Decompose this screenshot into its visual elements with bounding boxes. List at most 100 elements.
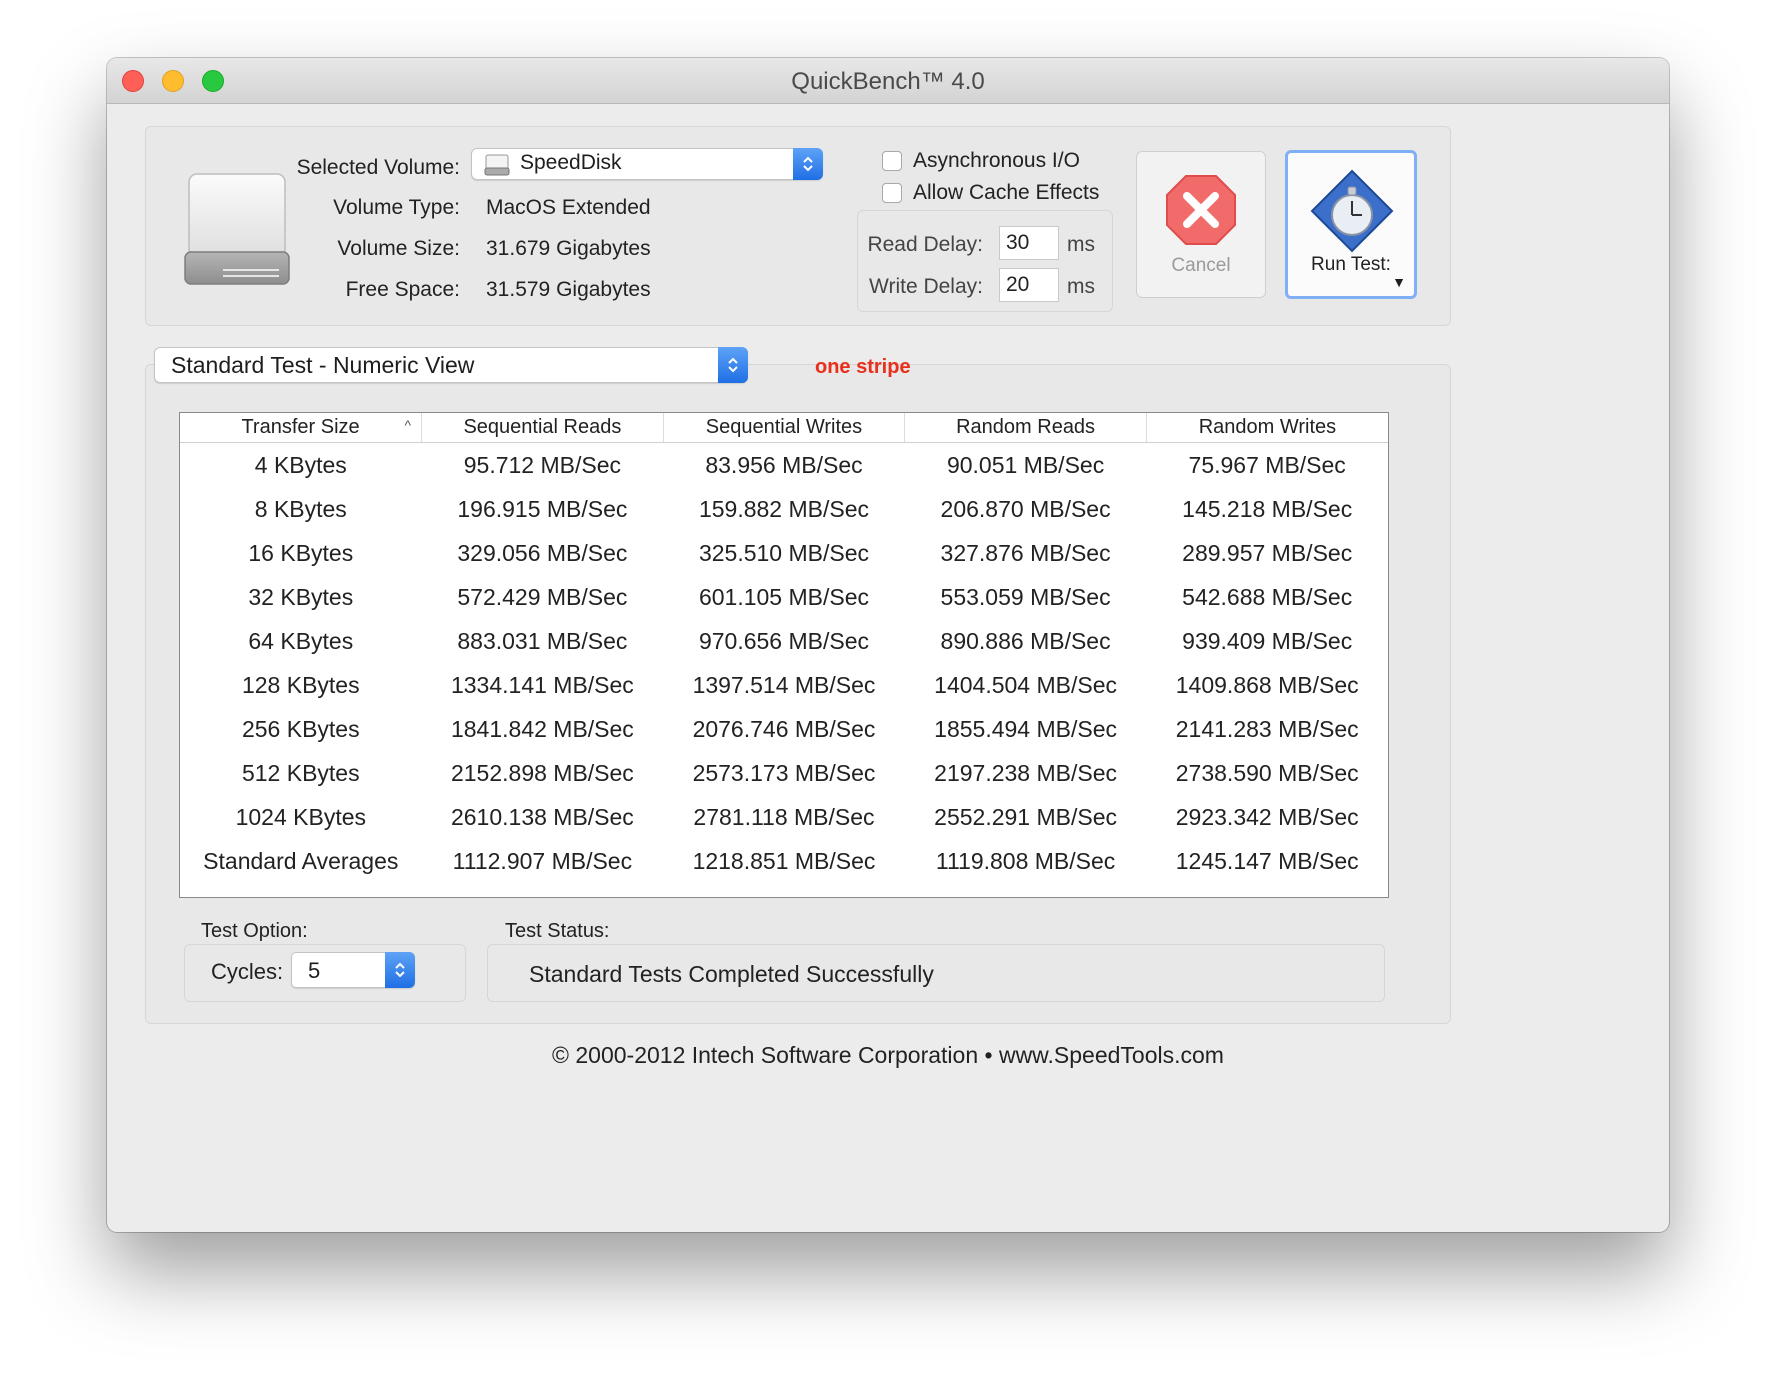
async-io-label: Asynchronous I/O (913, 149, 1080, 172)
table-row[interactable]: Standard Averages 1112.907 MB/Sec 1218.851… (180, 839, 1388, 897)
view-select-value: Standard Test - Numeric View (171, 352, 475, 378)
table-cell: 970.656 MB/Sec (698, 627, 870, 654)
cycles-select[interactable]: 5 (291, 952, 415, 988)
table-cell: 289.957 MB/Sec (1182, 539, 1353, 566)
column-header-seq-reads[interactable]: Sequential Reads (421, 413, 664, 443)
write-delay-label: Write Delay: (869, 275, 983, 298)
async-io-checkbox[interactable] (882, 151, 902, 171)
table-cell: 1404.504 MB/Sec (934, 671, 1117, 698)
stopwatch-icon (1310, 169, 1394, 253)
table-cell: 553.059 MB/Sec (940, 583, 1111, 610)
table-cell: 2781.118 MB/Sec (693, 803, 875, 830)
table-row[interactable]: 4 KBytes 95.712 MB/Sec 83.956 MB/Sec 90.051… (180, 443, 1388, 488)
table-row[interactable]: 256 KBytes 1841.842 MB/Sec 2076.746 MB/Sec… (180, 707, 1388, 751)
table-cell: 512 KBytes (241, 759, 360, 786)
table-cell: 16 KBytes (248, 539, 354, 566)
table-cell: Standard Averages (203, 847, 399, 874)
table-cell: 196.915 MB/Sec (457, 495, 628, 522)
table-cell: 2152.898 MB/Sec (450, 759, 634, 786)
updown-arrows-icon (718, 347, 748, 383)
volume-select[interactable]: SpeedDisk (471, 148, 823, 180)
free-space-label: Free Space: (345, 278, 460, 301)
table-cell: 2923.342 MB/Sec (1175, 803, 1359, 830)
view-select[interactable]: Standard Test - Numeric View (154, 347, 748, 383)
table-cell: 83.956 MB/Sec (705, 451, 863, 478)
read-delay-unit: ms (1067, 233, 1095, 256)
table-cell: 1119.808 MB/Sec (935, 847, 1116, 874)
cycles-select-value: 5 (308, 958, 321, 983)
write-delay-unit: ms (1067, 275, 1095, 298)
table-cell: 1112.907 MB/Sec (452, 847, 633, 874)
table-cell: 1245.147 MB/Sec (1175, 847, 1359, 874)
run-test-button[interactable]: Run Test: ▼ (1285, 150, 1417, 299)
table-cell: 206.870 MB/Sec (940, 495, 1111, 522)
table-cell: 327.876 MB/Sec (940, 539, 1111, 566)
updown-arrows-icon (385, 952, 415, 988)
cache-effects-checkbox[interactable] (882, 183, 902, 203)
table-cell: 32 KBytes (248, 583, 354, 610)
volume-size-label: Volume Size: (337, 237, 460, 260)
write-delay-input[interactable]: 20 (999, 268, 1059, 302)
column-header-seq-writes[interactable]: Sequential Writes (663, 413, 906, 443)
test-status-label: Test Status: (505, 920, 610, 942)
cache-effects-label: Allow Cache Effects (913, 181, 1100, 204)
column-header-transfer-size[interactable]: Transfer Size ^ (180, 413, 423, 443)
table-cell: 2610.138 MB/Sec (450, 803, 634, 830)
results-table-body: 4 KBytes 95.712 MB/Sec 83.956 MB/Sec 90.051… (180, 443, 1388, 898)
table-row[interactable]: 1024 KBytes 2610.138 MB/Sec 2781.118 MB/Se… (180, 795, 1388, 839)
volume-type-label: Volume Type: (333, 196, 460, 219)
read-delay-label: Read Delay: (867, 233, 983, 256)
table-cell: 2552.291 MB/Sec (934, 803, 1117, 830)
dropdown-triangle-icon: ▼ (1392, 274, 1406, 290)
table-cell: 601.105 MB/Sec (698, 583, 870, 610)
run-test-button-label: Run Test: (1311, 254, 1391, 275)
table-row[interactable]: 8 KBytes 196.915 MB/Sec 159.882 MB/Sec 206.… (180, 487, 1388, 531)
table-cell: 883.031 MB/Sec (457, 627, 628, 654)
table-cell: 8 KBytes (254, 495, 347, 522)
test-option-label: Test Option: (201, 920, 308, 942)
table-row[interactable]: 16 KBytes 329.056 MB/Sec 325.510 MB/Sec 327… (180, 531, 1388, 575)
cancel-button-label: Cancel (1171, 255, 1231, 276)
table-row[interactable]: 512 KBytes 2152.898 MB/Sec 2573.173 MB/Sec… (180, 751, 1388, 795)
table-cell: 145.218 MB/Sec (1182, 495, 1353, 522)
sort-ascending-icon: ^ (404, 417, 412, 433)
table-header-row: Transfer Size ^ Sequential Reads Sequent… (180, 413, 1388, 443)
table-cell: 2197.238 MB/Sec (934, 759, 1117, 786)
column-header-rand-writes[interactable]: Random Writes (1146, 413, 1388, 443)
table-cell: 325.510 MB/Sec (698, 539, 870, 566)
table-cell: 1841.842 MB/Sec (450, 715, 634, 742)
table-cell: 1024 KBytes (235, 803, 366, 830)
table-cell: 1855.494 MB/Sec (934, 715, 1117, 742)
table-cell: 1397.514 MB/Sec (692, 671, 876, 698)
table-cell: 95.712 MB/Sec (463, 451, 622, 478)
test-status-message: Standard Tests Completed Successfully (529, 961, 934, 987)
volume-type-value: MacOS Extended (486, 196, 651, 219)
table-row[interactable]: 32 KBytes 572.429 MB/Sec 601.105 MB/Sec 553… (180, 575, 1388, 619)
annotation-note: one stripe (815, 356, 911, 378)
table-cell: 2076.746 MB/Sec (692, 715, 876, 742)
volume-select-value: SpeedDisk (520, 151, 622, 174)
cancel-button[interactable]: Cancel (1136, 151, 1266, 298)
table-cell: 128 KBytes (241, 671, 360, 698)
drive-small-icon (484, 154, 510, 176)
title-bar[interactable]: QuickBench™ 4.0 (107, 58, 1669, 104)
table-row[interactable]: 64 KBytes 883.031 MB/Sec 970.656 MB/Sec 890… (180, 619, 1388, 663)
window-title: QuickBench™ 4.0 (791, 68, 985, 95)
volume-size-value: 31.679 Gigabytes (486, 237, 651, 260)
table-cell: 329.056 MB/Sec (457, 539, 628, 566)
copyright-footer: © 2000-2012 Intech Software Corporation … (552, 1042, 1224, 1068)
table-cell: 2738.590 MB/Sec (1175, 759, 1359, 786)
selected-volume-label: Selected Volume: (296, 156, 460, 179)
table-cell: 90.051 MB/Sec (946, 451, 1105, 478)
table-cell: 542.688 MB/Sec (1182, 583, 1353, 610)
table-cell: 4 KBytes (254, 451, 347, 478)
table-cell: 572.429 MB/Sec (457, 583, 628, 610)
table-cell: 64 KBytes (248, 627, 354, 654)
hard-drive-icon (184, 173, 290, 285)
table-cell: 1218.851 MB/Sec (692, 847, 876, 874)
table-row[interactable]: 128 KBytes 1334.141 MB/Sec 1397.514 MB/Sec… (180, 663, 1388, 707)
table-cell: 1409.868 MB/Sec (1175, 671, 1359, 698)
read-delay-input[interactable]: 30 (999, 226, 1059, 260)
free-space-value: 31.579 Gigabytes (486, 278, 651, 301)
column-header-rand-reads[interactable]: Random Reads (904, 413, 1147, 443)
